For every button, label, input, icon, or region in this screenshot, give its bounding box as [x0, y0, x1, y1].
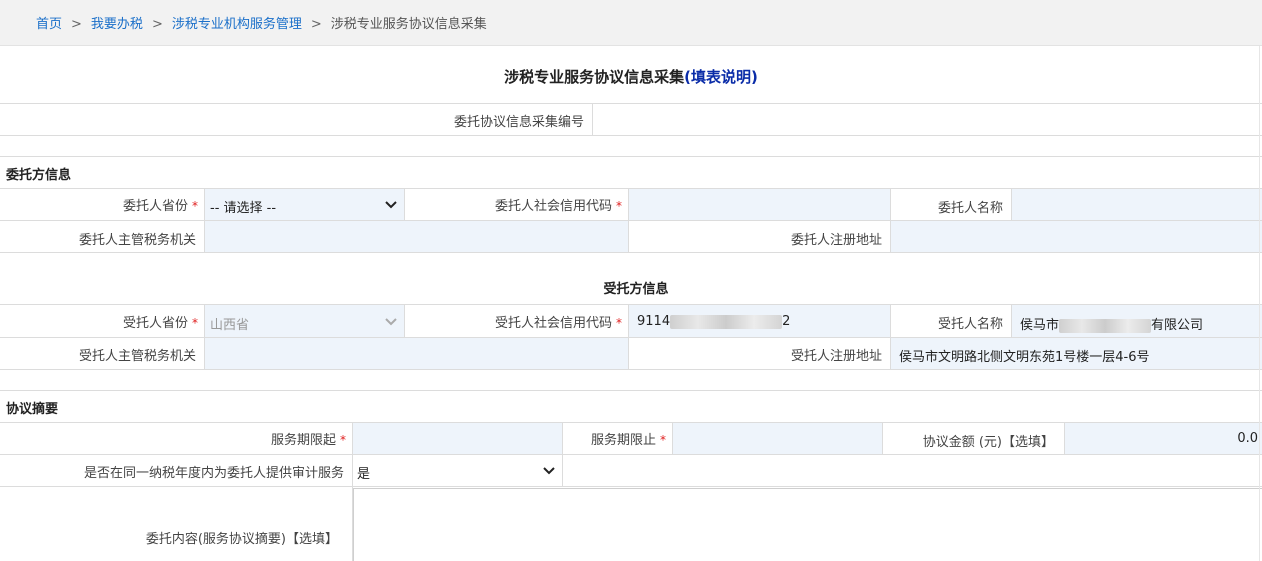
trustee-name-label: 受托人名称 — [937, 317, 1003, 332]
required-mark: * — [192, 316, 198, 330]
trustee-credit-code-suffix: 2 — [782, 314, 791, 329]
divider — [404, 188, 405, 220]
summary-section-title: 协议摘要 — [6, 402, 59, 417]
client-name-input[interactable] — [1012, 189, 1262, 220]
breadcrumb-home-link[interactable]: 首页 — [36, 17, 62, 32]
required-mark: * — [616, 316, 622, 330]
trustee-name-field: 侯马市 有限公司 — [1012, 305, 1262, 337]
divider — [562, 422, 563, 486]
chevron-down-icon — [543, 467, 555, 475]
trustee-address-value: 侯马市文明路北侧文明东苑1号楼一层4-6号 — [899, 350, 1150, 365]
client-name-label: 委托人名称 — [937, 201, 1003, 216]
divider — [0, 486, 1262, 487]
client-province-select-box: -- 请选择 -- — [210, 197, 402, 216]
breadcrumb: 首页 > 我要办税 > 涉税专业机构服务管理 > 涉税专业服务协议信息采集 — [0, 0, 1262, 46]
service-end-label-text: 服务期限止 — [590, 433, 656, 448]
agreement-no-field[interactable] — [593, 104, 1262, 135]
required-mark: * — [616, 199, 622, 213]
client-credit-code-label-text: 委托人社会信用代码 — [494, 199, 612, 214]
client-tax-authority-label: 委托人主管税务机关 — [78, 233, 196, 248]
divider — [0, 156, 1262, 157]
required-mark: * — [340, 433, 346, 447]
trustee-name-prefix: 侯马市 — [1020, 318, 1060, 333]
breadcrumb-separator: > — [151, 17, 163, 32]
client-province-select[interactable]: -- 请选择 -- — [204, 189, 404, 220]
client-address-field[interactable] — [891, 221, 1262, 252]
trustee-name-value: 侯马市 有限公司 — [1020, 314, 1203, 333]
trustee-name-suffix: 有限公司 — [1151, 318, 1204, 333]
agreement-amount-label: 协议金额 (元)【选填】 — [922, 435, 1054, 450]
trustee-credit-code-value: 9114 2 — [637, 314, 790, 329]
right-border — [1259, 46, 1260, 561]
divider — [0, 135, 1262, 136]
trustee-province-select-value: 山西省 — [210, 318, 250, 333]
divider — [0, 252, 1262, 253]
trustee-credit-code-label-text: 受托人社会信用代码 — [494, 316, 612, 331]
breadcrumb-separator: > — [71, 17, 82, 32]
page-title: 涉税专业服务协议信息采集(填表说明) — [0, 46, 1262, 104]
client-credit-code-input[interactable] — [629, 189, 890, 220]
client-tax-authority-field[interactable] — [205, 221, 628, 252]
trustee-tax-authority-field — [205, 338, 628, 369]
service-start-label-text: 服务期限起 — [270, 433, 336, 448]
service-end-input[interactable] — [673, 423, 882, 454]
agreement-amount-input[interactable]: 0.0 — [1065, 423, 1262, 454]
client-province-select-value: -- 请选择 -- — [210, 201, 277, 216]
audit-service-select-value: 是 — [357, 467, 371, 482]
chevron-down-icon — [385, 318, 397, 326]
redaction-mask — [1059, 318, 1152, 333]
trustee-credit-code-label: 受托人社会信用代码 * — [410, 312, 622, 331]
content-textarea[interactable] — [353, 488, 1262, 561]
divider — [0, 369, 1262, 370]
client-province-label-text: 委托人省份 — [122, 199, 188, 214]
client-province-label: 委托人省份 * — [40, 195, 198, 214]
breadcrumb-agency-link[interactable]: 涉税专业机构服务管理 — [172, 17, 302, 32]
agreement-no-label: 委托协议信息采集编号 — [453, 115, 584, 130]
service-start-label: 服务期限起 * — [150, 429, 346, 448]
client-credit-code-label: 委托人社会信用代码 * — [410, 195, 622, 214]
chevron-down-icon — [385, 201, 397, 209]
breadcrumb-separator: > — [310, 17, 322, 32]
audit-service-label: 是否在同一纳税年度内为委托人提供审计服务 — [83, 466, 344, 481]
client-section-title: 委托方信息 — [6, 168, 72, 183]
trustee-province-label-text: 受托人省份 — [122, 316, 188, 331]
trustee-address-field: 侯马市文明路北侧文明东苑1号楼一层4-6号 — [891, 338, 1262, 369]
redaction-mask — [670, 314, 783, 329]
content-label: 委托内容(服务协议摘要)【选填】 — [145, 532, 338, 547]
service-end-label: 服务期限止 * — [566, 429, 666, 448]
trustee-province-select: 山西省 — [204, 305, 404, 337]
trustee-tax-authority-label: 受托人主管税务机关 — [78, 349, 196, 364]
breadcrumb-current: 涉税专业服务协议信息采集 — [330, 17, 487, 32]
trustee-province-select-box: 山西省 — [210, 314, 402, 333]
trustee-credit-code-field: 9114 2 — [629, 305, 890, 337]
fill-instructions-link[interactable]: (填表说明) — [684, 68, 758, 86]
breadcrumb-tax-link[interactable]: 我要办税 — [91, 17, 143, 32]
audit-service-select[interactable]: 是 — [353, 455, 562, 486]
required-mark: * — [192, 199, 198, 213]
divider — [0, 390, 1262, 391]
service-start-input[interactable] — [353, 423, 562, 454]
audit-service-select-box: 是 — [357, 463, 560, 482]
trustee-credit-code-prefix: 9114 — [637, 314, 671, 329]
required-mark: * — [660, 433, 666, 447]
divider — [404, 304, 405, 337]
agreement-amount-value: 0.0 — [1237, 431, 1258, 446]
divider — [0, 454, 1262, 455]
divider — [882, 422, 883, 454]
trustee-address-label: 受托人注册地址 — [790, 349, 882, 364]
trustee-section-title: 受托方信息 — [603, 282, 669, 297]
trustee-province-label: 受托人省份 * — [40, 312, 198, 331]
page-title-text: 涉税专业服务协议信息采集 — [504, 68, 685, 86]
client-address-label: 委托人注册地址 — [790, 233, 882, 248]
